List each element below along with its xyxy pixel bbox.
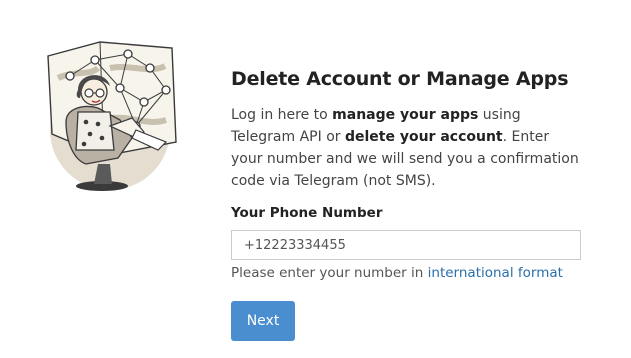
page-title: Delete Account or Manage Apps [231, 68, 569, 90]
telegram-illustration [40, 38, 200, 198]
description-part: Log in here to [231, 107, 333, 123]
phone-hint: Please enter your number in internationa… [231, 265, 563, 281]
phone-number-input[interactable] [231, 230, 581, 260]
main-panel: Delete Account or Manage Apps Log in her… [231, 66, 591, 341]
next-button[interactable]: Next [231, 301, 295, 341]
hint-text: Please enter your number in [231, 265, 428, 281]
international-format-link[interactable]: international format [428, 265, 563, 281]
description-bold-delete: delete your account [344, 129, 503, 145]
phone-number-label: Your Phone Number [231, 205, 383, 221]
description-bold-manage: manage your apps [332, 107, 479, 123]
description-text: Log in here to manage your apps using Te… [231, 104, 583, 192]
